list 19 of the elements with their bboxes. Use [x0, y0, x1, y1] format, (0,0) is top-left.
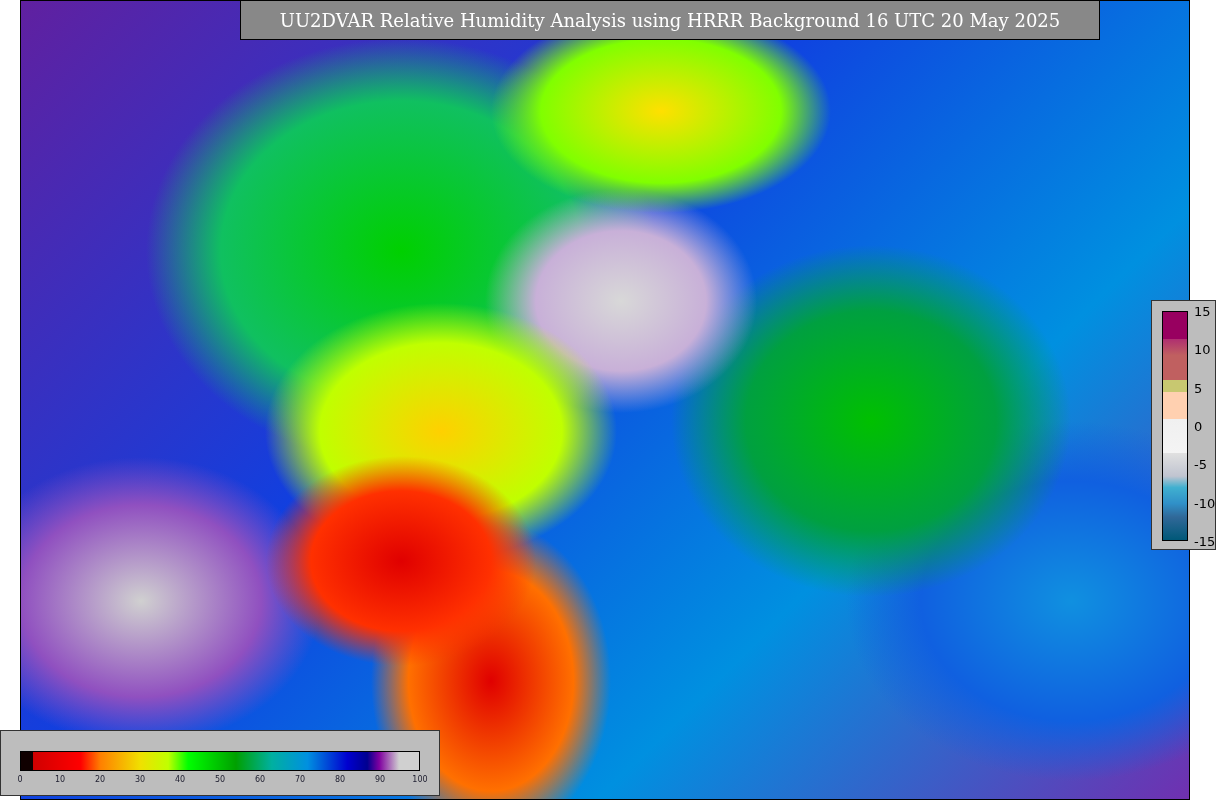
- tick-label: 5: [1194, 380, 1203, 396]
- tick-label: 10: [54, 775, 66, 784]
- tick-label: 60: [254, 775, 266, 784]
- tick-label: 80: [334, 775, 346, 784]
- tick-label: 50: [214, 775, 226, 784]
- tick-label: 20: [94, 775, 106, 784]
- tick-label: 40: [174, 775, 186, 784]
- tick-label: -10: [1194, 495, 1216, 511]
- tick-label: 0: [1194, 418, 1203, 434]
- tick-label: 100: [412, 775, 428, 784]
- tick-label: -5: [1194, 456, 1207, 472]
- tick-label: 10: [1194, 341, 1211, 357]
- tick-label: 0: [17, 775, 23, 784]
- tick-label: 70: [294, 775, 306, 784]
- tick-label: -15: [1194, 533, 1216, 549]
- tick-label: 15: [1194, 303, 1211, 319]
- tick-label: 30: [134, 775, 146, 784]
- map-title: UU2DVAR Relative Humidity Analysis using HRRR Background 16 UTC 20 May 2025: [240, 0, 1100, 40]
- tick-label: 90: [374, 775, 386, 784]
